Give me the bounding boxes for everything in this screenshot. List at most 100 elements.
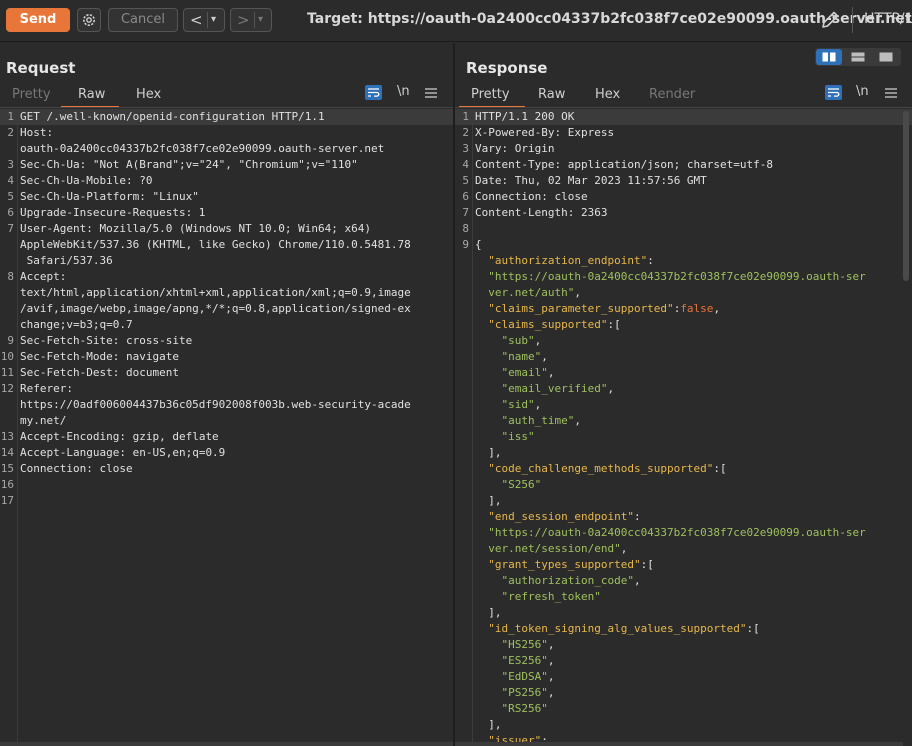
code-line[interactable]: "name",: [455, 349, 912, 365]
code-line[interactable]: "email",: [455, 365, 912, 381]
code-line[interactable]: 7 Content-Length: 2363: [455, 205, 912, 221]
code-line[interactable]: 9{: [455, 237, 912, 253]
tab-hex[interactable]: Hex: [595, 87, 620, 102]
code-line[interactable]: "iss": [455, 429, 912, 445]
code-line[interactable]: 6 Upgrade-Insecure-Requests: 1: [0, 205, 453, 221]
vertical-scrollbar-thumb[interactable]: [903, 111, 909, 281]
code-line[interactable]: 8 Accept:: [0, 269, 453, 285]
tab-raw[interactable]: Raw: [538, 87, 565, 102]
show-newlines-toggle[interactable]: \n: [397, 84, 410, 99]
protocol-label[interactable]: HTTP/1: [864, 11, 912, 27]
code-line[interactable]: 2 Host:: [0, 125, 453, 141]
code-line[interactable]: 9 Sec-Fetch-Site: cross-site: [0, 333, 453, 349]
code-line[interactable]: 12 Referer:: [0, 381, 453, 397]
code-line[interactable]: 6 Connection: close: [455, 189, 912, 205]
code-line[interactable]: 4 Sec-Ch-Ua-Mobile: ?0: [0, 173, 453, 189]
code-line[interactable]: change;v=b3;q=0.7: [0, 317, 453, 333]
tab-pretty[interactable]: Pretty: [12, 87, 51, 102]
code-line[interactable]: 1 HTTP/1.1 200 OK: [455, 109, 912, 125]
code-line[interactable]: ver.net/auth",: [455, 285, 912, 301]
code-line[interactable]: 11 Sec-Fetch-Dest: document: [0, 365, 453, 381]
pencil-icon[interactable]: [819, 9, 841, 31]
layout-tabs-button[interactable]: [873, 49, 899, 65]
code-line[interactable]: 3 Sec-Ch-Ua: "Not A(Brand";v="24", "Chrom…: [0, 157, 453, 173]
code-line[interactable]: 14 Accept-Language: en-US,en;q=0.9: [0, 445, 453, 461]
code-line[interactable]: 8: [455, 221, 912, 237]
code-line[interactable]: /avif,image/webp,image/apng,*/*;q=0.8,ap…: [0, 301, 453, 317]
code-line[interactable]: "id_token_signing_alg_values_supported":…: [455, 621, 912, 637]
tab-pretty[interactable]: Pretty: [471, 87, 510, 102]
code-line[interactable]: "code_challenge_methods_supported":[: [455, 461, 912, 477]
code-line[interactable]: text/html,application/xhtml+xml,applicat…: [0, 285, 453, 301]
send-button[interactable]: Send: [6, 8, 70, 32]
request-editor[interactable]: 1 GET /.well-known/openid-configuration H…: [0, 109, 453, 746]
code-line[interactable]: "authorization_endpoint":: [455, 253, 912, 269]
code-line[interactable]: my.net/: [0, 413, 453, 429]
code-line[interactable]: 15 Connection: close: [0, 461, 453, 477]
menu-icon[interactable]: [425, 88, 437, 98]
code-line[interactable]: ],: [455, 717, 912, 733]
code-line[interactable]: "PS256",: [455, 685, 912, 701]
line-number: 6: [7, 206, 14, 219]
menu-icon[interactable]: [885, 88, 897, 98]
code-line[interactable]: "end_session_endpoint":: [455, 509, 912, 525]
forward-button[interactable]: > ▾: [230, 8, 272, 32]
horizontal-scrollbar[interactable]: [455, 742, 903, 746]
layout-toggles: [815, 48, 901, 66]
code-line[interactable]: "https://oauth-0a2400cc04337b2fc038f7ce0…: [455, 269, 912, 285]
code-line[interactable]: 10 Sec-Fetch-Mode: navigate: [0, 349, 453, 365]
code-line[interactable]: Safari/537.36: [0, 253, 453, 269]
token: :: [647, 254, 654, 267]
code-line[interactable]: 2 X-Powered-By: Express: [455, 125, 912, 141]
horizontal-scrollbar[interactable]: [0, 742, 453, 746]
code-line[interactable]: "claims_supported":[: [455, 317, 912, 333]
code-line[interactable]: "S256": [455, 477, 912, 493]
code-line[interactable]: 13 Accept-Encoding: gzip, deflate: [0, 429, 453, 445]
cancel-button[interactable]: Cancel: [108, 8, 178, 32]
settings-button[interactable]: [77, 8, 101, 32]
code-line[interactable]: ],: [455, 445, 912, 461]
code-line[interactable]: 5 Date: Thu, 02 Mar 2023 11:57:56 GMT: [455, 173, 912, 189]
response-editor[interactable]: 1 HTTP/1.1 200 OK 2 X-Powered-By: Express 3 V…: [455, 109, 912, 746]
code-line[interactable]: "auth_time",: [455, 413, 912, 429]
code-line[interactable]: 5 Sec-Ch-Ua-Platform: "Linux": [0, 189, 453, 205]
history-dropdown-icon[interactable]: ▾: [211, 12, 216, 28]
code-line[interactable]: 17: [0, 493, 453, 509]
tab-hex[interactable]: Hex: [136, 87, 161, 102]
show-newlines-toggle[interactable]: \n: [856, 84, 869, 99]
code-line[interactable]: 4 Content-Type: application/json; charset…: [455, 157, 912, 173]
code-line[interactable]: "refresh_token": [455, 589, 912, 605]
code-line[interactable]: "authorization_code",: [455, 573, 912, 589]
code-line[interactable]: "sub",: [455, 333, 912, 349]
code-line[interactable]: "email_verified",: [455, 381, 912, 397]
code-line[interactable]: "claims_parameter_supported":false,: [455, 301, 912, 317]
code-line[interactable]: 7 User-Agent: Mozilla/5.0 (Windows NT 10.…: [0, 221, 453, 237]
code-line[interactable]: AppleWebKit/537.36 (KHTML, like Gecko) C…: [0, 237, 453, 253]
code-line[interactable]: 1 GET /.well-known/openid-configuration H…: [0, 109, 453, 125]
code-line[interactable]: "grant_types_supported":[: [455, 557, 912, 573]
code-line[interactable]: ver.net/session/end",: [455, 541, 912, 557]
history-dropdown-icon[interactable]: ▾: [258, 12, 263, 28]
code-line[interactable]: oauth-0a2400cc04337b2fc038f7ce02e90099.o…: [0, 141, 453, 157]
code-line[interactable]: ],: [455, 605, 912, 621]
tab-raw[interactable]: Raw: [78, 87, 105, 102]
tab-render[interactable]: Render: [649, 87, 695, 102]
code-line[interactable]: ],: [455, 493, 912, 509]
code-line[interactable]: 3 Vary: Origin: [455, 141, 912, 157]
code-line[interactable]: https://0adf006004437b36c05df902008f003b…: [0, 397, 453, 413]
code-line[interactable]: 16: [0, 477, 453, 493]
code-line[interactable]: "EdDSA",: [455, 669, 912, 685]
layout-stacked-button[interactable]: [845, 49, 871, 65]
code-line[interactable]: "RS256": [455, 701, 912, 717]
code-line[interactable]: "https://oauth-0a2400cc04337b2fc038f7ce0…: [455, 525, 912, 541]
back-button[interactable]: < ▾: [183, 8, 225, 32]
layout-side-by-side-button[interactable]: [816, 49, 842, 65]
code-line[interactable]: "HS256",: [455, 637, 912, 653]
word-wrap-toggle[interactable]: [365, 85, 382, 100]
request-code[interactable]: 1 GET /.well-known/openid-configuration H…: [0, 109, 453, 509]
response-code[interactable]: 1 HTTP/1.1 200 OK 2 X-Powered-By: Express 3 V…: [455, 109, 912, 746]
word-wrap-toggle[interactable]: [825, 85, 842, 100]
header-value: Safari/537.36: [20, 254, 113, 267]
code-line[interactable]: "ES256",: [455, 653, 912, 669]
code-line[interactable]: "sid",: [455, 397, 912, 413]
